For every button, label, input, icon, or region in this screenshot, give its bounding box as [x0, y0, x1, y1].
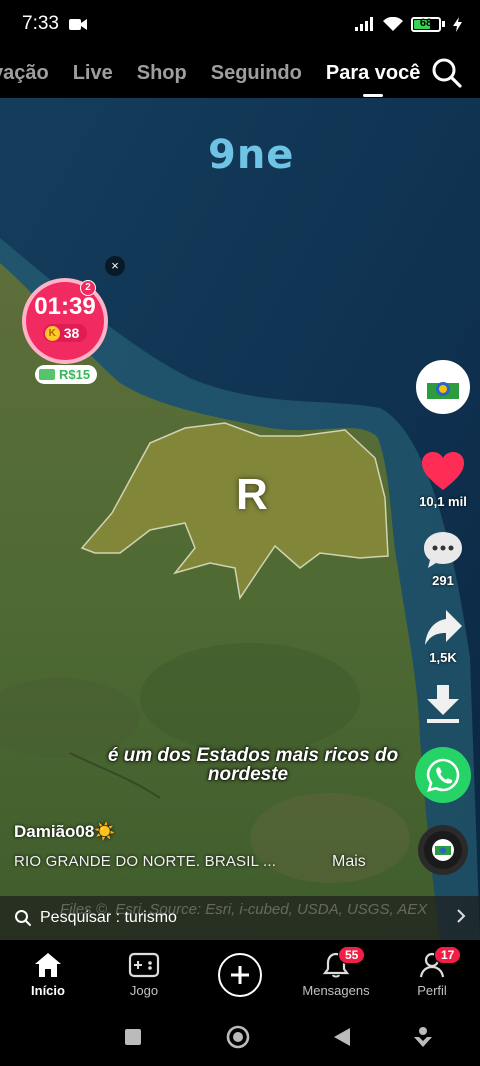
plus-icon: [231, 966, 249, 984]
video-recorder-icon: [68, 18, 87, 30]
tab-para-voce[interactable]: Para você: [326, 62, 421, 85]
caption-line-2: nordeste: [207, 764, 289, 785]
search-icon[interactable]: [430, 56, 464, 90]
state-flag-icon: [427, 375, 459, 399]
nav-home[interactable]: Início: [0, 940, 96, 1006]
share-count: 1,5K: [429, 650, 457, 665]
comment-count: 291: [432, 573, 454, 588]
status-time: 7:33: [22, 13, 59, 34]
search-suggestion-text: Pesquisar : turismo: [40, 909, 177, 926]
video-caption: é um dos Estados mais ricos do nordeste: [0, 746, 480, 784]
heart-icon: [421, 452, 464, 490]
download-icon: [427, 685, 459, 723]
close-icon[interactable]: ×: [105, 256, 125, 276]
download-button[interactable]: [423, 683, 463, 725]
search-suggestion-bar[interactable]: Files ©, Esri, Source: Esri, i-cubed, US…: [0, 896, 480, 940]
messages-badge: 55: [338, 946, 366, 964]
gamepad-icon: [128, 952, 160, 978]
tab-inovacao[interactable]: vação: [0, 62, 49, 85]
tab-seguindo[interactable]: Seguindo: [211, 62, 302, 85]
cash-icon: [39, 369, 55, 380]
comment-icon: [424, 532, 462, 568]
creator-avatar[interactable]: [416, 360, 470, 414]
coin-count: 38: [63, 325, 80, 341]
system-nav-bar: [0, 1006, 480, 1066]
assistant-icon[interactable]: [412, 1025, 434, 1049]
battery-icon: 68: [411, 16, 445, 32]
nav-messages[interactable]: 55 Mensagens: [288, 940, 384, 1006]
create-button[interactable]: [218, 953, 262, 997]
recent-apps-icon[interactable]: [124, 1028, 142, 1046]
nav-profile-label: Perfil: [417, 983, 447, 998]
top-nav: vação Live Shop Seguindo Para você: [0, 48, 480, 98]
bottom-nav: Início Jogo 55 Mensagens 17 Perfil: [0, 940, 480, 1006]
home-icon: [35, 953, 61, 977]
share-icon: [425, 610, 462, 645]
post-description[interactable]: RIO GRANDE DO NORTE. BRASIL ...: [14, 853, 276, 870]
profile-badge: 17: [434, 946, 462, 964]
author-name[interactable]: Damião08☀️: [14, 822, 116, 842]
nav-profile[interactable]: 17 Perfil: [384, 940, 480, 1006]
timer-badge: 2: [80, 280, 96, 296]
reward-timer-widget[interactable]: 01:39 K 38 2: [22, 278, 108, 364]
charging-icon: [453, 16, 462, 32]
tab-shop[interactable]: Shop: [137, 62, 187, 85]
nav-game-label: Jogo: [129, 983, 159, 998]
action-sidebar: 10,1 mil 291 1,5K: [414, 360, 472, 875]
status-bar: 7:33 68: [0, 0, 480, 48]
comment-button[interactable]: 291: [422, 529, 464, 588]
music-disc[interactable]: [418, 825, 468, 875]
battery-level: 68: [419, 16, 433, 29]
video-player[interactable]: 9ne R × 01:39 K 38 2 R$15 é um dos Estad…: [0, 98, 480, 940]
timer-time: 01:39: [34, 293, 96, 320]
like-count: 10,1 mil: [419, 494, 467, 509]
coin-icon: K: [44, 325, 60, 341]
nav-messages-label: Mensagens: [302, 983, 370, 998]
chevron-right-icon: [457, 909, 466, 923]
nav-create[interactable]: [192, 940, 288, 1006]
more-link[interactable]: Mais: [332, 853, 366, 871]
coin-counter: K 38: [42, 324, 88, 342]
state-letter: R: [236, 470, 268, 519]
home-circle-icon[interactable]: [226, 1025, 250, 1049]
whatsapp-icon: [426, 758, 460, 792]
like-button[interactable]: 10,1 mil: [419, 450, 467, 509]
tab-live[interactable]: Live: [73, 62, 113, 85]
nav-game[interactable]: Jogo: [96, 940, 192, 1006]
nav-home-label: Início: [31, 983, 65, 998]
signal-icon: [355, 17, 373, 31]
reward-amount: R$15: [59, 367, 91, 382]
wifi-icon: [383, 16, 403, 31]
search-icon: [15, 910, 31, 926]
caption-line-1: é um dos Estados mais ricos do: [107, 745, 399, 766]
back-icon[interactable]: [332, 1026, 352, 1048]
share-button[interactable]: 1,5K: [422, 608, 464, 665]
reward-pill[interactable]: R$15: [35, 365, 98, 384]
state-flag-icon: [432, 839, 454, 861]
watermark-logo: 9ne: [208, 132, 295, 178]
whatsapp-button[interactable]: [415, 747, 471, 803]
